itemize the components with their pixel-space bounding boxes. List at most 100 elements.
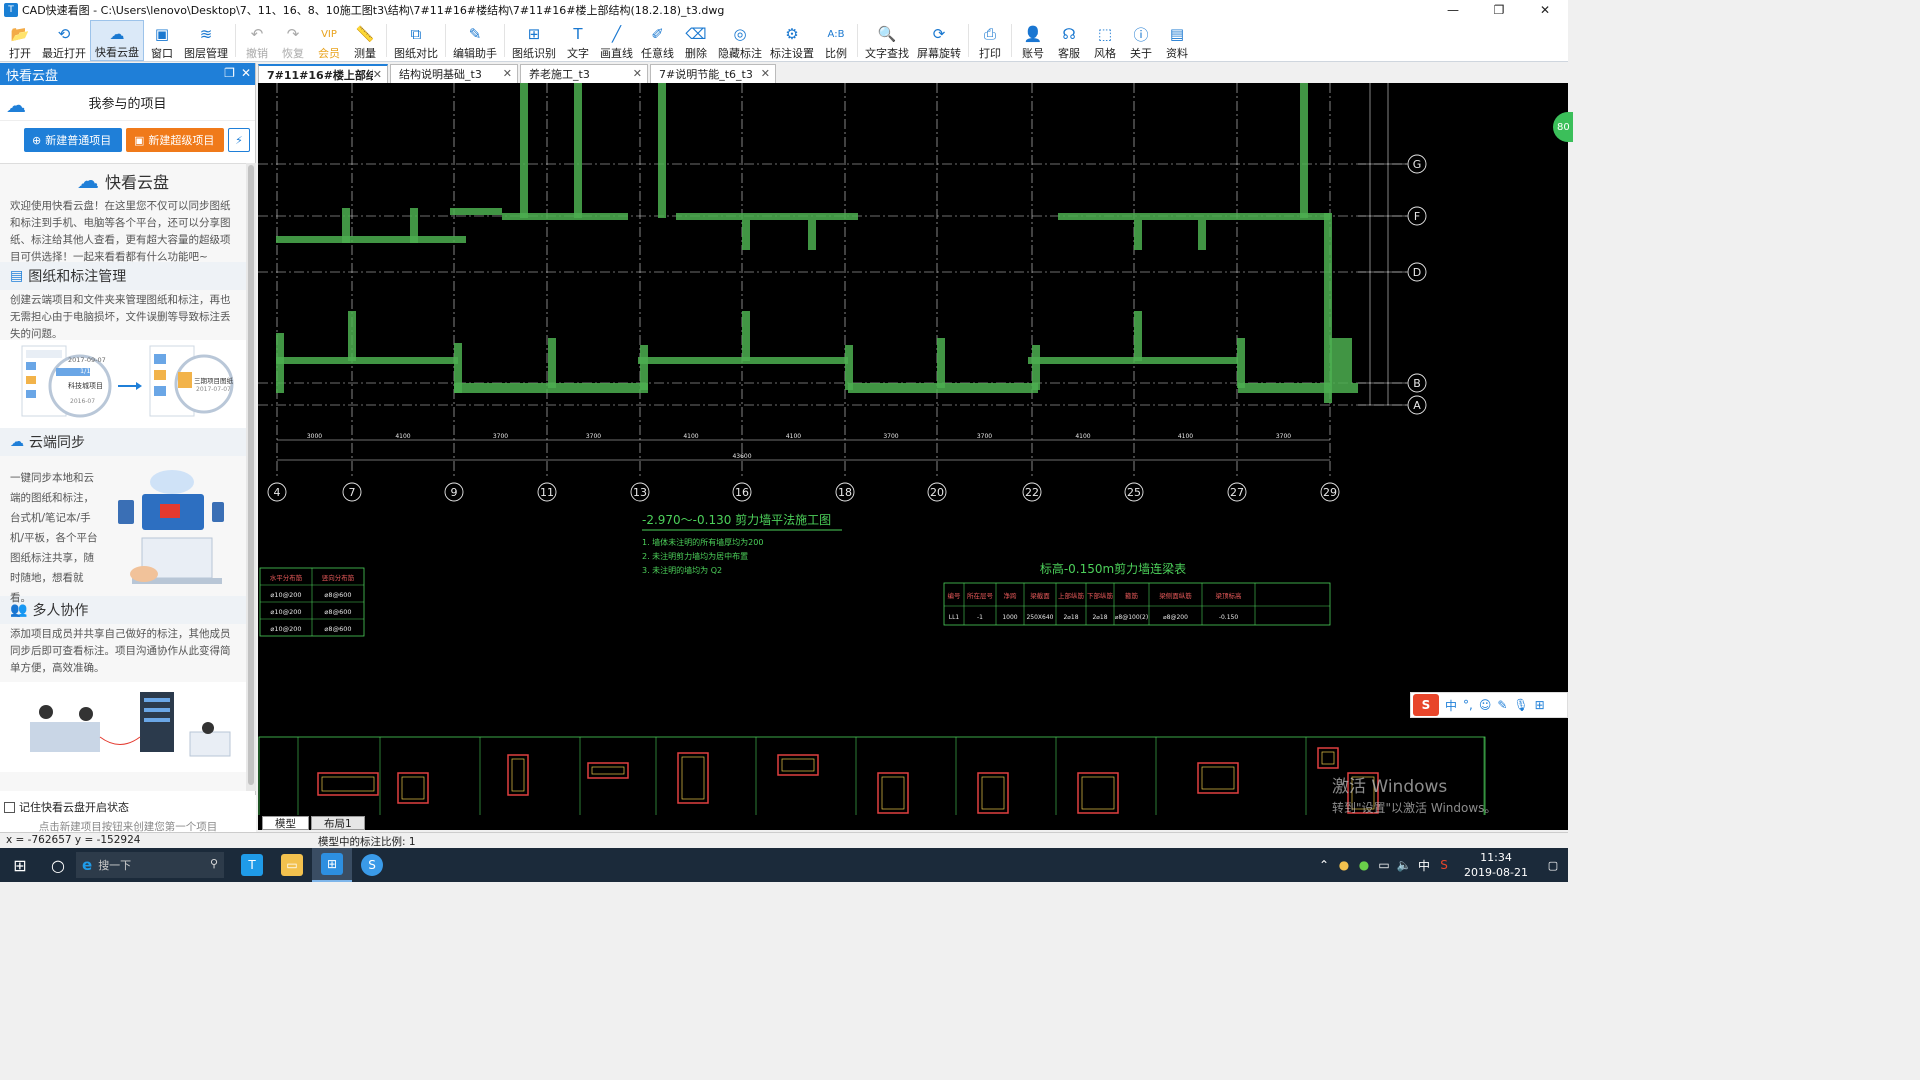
new-super-project-button[interactable]: ▣ 新建超级项目 [126,128,224,152]
taskbar-app-cadviewer-active[interactable]: ⊞ [312,848,352,882]
my-projects-label: 我参与的项目 [88,97,167,112]
toolbar-undo-button[interactable]: ↶ 撤销 [239,20,275,61]
beam-table-title: 标高-0.150m剪力墙连梁表 [1040,561,1186,576]
tab-close-icon[interactable]: ✕ [503,67,512,80]
main-toolbar: 📂 打开 ⟲ 最近打开 ☁ 快看云盘 ▣ 窗口 ≋ 图层管理 ↶ 撤销 ↷ 恢复 VIP 会员 📏 测量 ⧉ 图纸对比… [0,20,1568,62]
compare-icon: ⧉ [410,25,422,43]
ime-toolbar[interactable]: S 中 °, ☺ ✎ 🎙 ⊞ [1410,692,1568,718]
tab-close-icon[interactable]: ✕ [373,68,382,81]
windows-start-icon[interactable]: ⊞ [0,848,40,882]
panel-scrollbar[interactable] [246,163,256,791]
document-tab[interactable]: 7#说明节能_t6_t3 ✕ [650,64,776,83]
sogou-tray-icon[interactable]: S [1434,858,1454,872]
activation-watermark: 激活 Windows 转到"设置"以激活 Windows。 [1332,772,1496,816]
ime-tray-label[interactable]: 中 [1414,857,1434,874]
my-projects-header[interactable]: ☁ 我参与的项目 [0,85,255,121]
section-text: 一键同步本地和云端的图纸和标注，台式机/笔记本/手机/平板，各个平台图纸标注共享… [10,472,98,604]
toolbar-findtext-button[interactable]: 🔍 文字查找 [861,20,913,61]
ime-language[interactable]: 中 [1445,697,1457,714]
shear-wall [1028,357,1238,364]
tray-app-icon[interactable]: ● [1334,858,1354,872]
toolbar-open-button[interactable]: 📂 打开 [2,20,38,61]
toolbar-anyline-button[interactable]: ✐ 任意线 [637,20,678,61]
toolbar-rotate-button[interactable]: ⟳ 屏幕旋转 [913,20,965,61]
toolbar-line-button[interactable]: ╱ 画直线 [596,20,637,61]
document-tab[interactable]: 结构说明基础_t3 ✕ [390,64,518,83]
axis-label: 27 [1230,486,1244,499]
toolbar-delete-button[interactable]: ⌫ 删除 [678,20,714,61]
toolbar-cloud-button[interactable]: ☁ 快看云盘 [90,20,144,61]
toolbar-compare-button[interactable]: ⧉ 图纸对比 [390,20,442,61]
toolbar-vip-button[interactable]: VIP 会员 [311,20,347,61]
panel-float-icon[interactable]: ❐ [224,66,235,80]
document-tab-label: 结构说明基础_t3 [399,68,482,81]
tray-chevron-icon[interactable]: ⌃ [1314,858,1334,872]
cursor-coordinates: x = -762657 y = -152924 [6,834,141,846]
pen-icon: ✐ [651,25,664,43]
emoji-icon[interactable]: ☺ [1479,698,1492,712]
toolbar-window-button[interactable]: ▣ 窗口 [144,20,180,61]
toolbar-markset-button[interactable]: ⚙ 标注设置 [766,20,818,61]
notification-icon[interactable]: ▢ [1538,859,1568,872]
remember-state-checkbox[interactable]: 记住快看云盘开启状态 [4,799,129,815]
layout-tab[interactable]: 布局1 [311,816,365,830]
toolbar-recognize-button[interactable]: ⊞ 图纸识别 [508,20,560,61]
tab-close-icon[interactable]: ✕ [633,67,642,80]
toolbar-redo-button[interactable]: ↷ 恢复 [275,20,311,61]
new-normal-project-button[interactable]: ⊕ 新建普通项目 [24,128,122,152]
toolbar-button-label: 资料 [1166,47,1188,60]
mic-icon[interactable]: 🎙 [1513,698,1528,712]
cortana-icon[interactable]: ○ [40,856,76,875]
card-date: 2016-07 [70,398,96,405]
table-cell: 1000 [1002,614,1017,621]
toolbar-service-button[interactable]: ☊ 客服 [1051,20,1087,61]
taskbar-search[interactable]: e 搜一下 ⚲ [76,852,224,878]
taskbar-app-sogou[interactable]: S [352,848,392,882]
tray-security-icon[interactable]: ● [1354,858,1374,872]
toolbar-scale-button[interactable]: A:B 比例 [818,20,854,61]
settings-icon: ⚙ [785,25,799,43]
window-icon: ▣ [154,25,170,43]
document-tab[interactable]: 养老施工_t3 ✕ [520,64,648,83]
taskbar-clock[interactable]: 11:34 2019-08-21 [1454,850,1538,880]
dimension-label: 3000 [307,433,322,440]
redo-icon: ↷ [286,25,300,43]
volume-icon[interactable]: 🔈 [1394,858,1414,872]
toolbar-hide-button[interactable]: ◎ 隐藏标注 [714,20,766,61]
toolbar-recent-button[interactable]: ⟲ 最近打开 [38,20,90,61]
table-cell: -1 [977,614,983,621]
network-icon[interactable]: ▭ [1374,858,1394,872]
grid-icon[interactable]: ⊞ [1535,698,1545,712]
sync-button[interactable]: ⚡ [228,128,250,152]
toolbar-assistant-button[interactable]: ✎ 编辑助手 [449,20,501,61]
pen-icon[interactable]: ✎ [1497,698,1507,712]
toolbar-account-button[interactable]: 👤 账号 [1015,20,1051,61]
checkbox-box[interactable] [4,801,15,813]
scrollbar-thumb[interactable] [248,165,254,785]
shear-wall [1134,220,1142,250]
minimize-button[interactable]: — [1430,0,1476,20]
card-name: 科技城项目 [68,382,103,390]
toolbar-about-button[interactable]: ⓘ 关于 [1123,20,1159,61]
toolbar-print-button[interactable]: ⎙ 打印 [972,20,1008,61]
table-cell: ⌀10@200 [270,591,301,599]
toolbar-resources-button[interactable]: ▤ 资料 [1159,20,1195,61]
dimension-label: 4100 [786,433,801,440]
taskbar-app-explorer[interactable]: ▭ [272,848,312,882]
toolbar-text-button[interactable]: T 文字 [560,20,596,61]
tab-close-icon[interactable]: ✕ [761,67,770,80]
detail-section [317,772,379,796]
document-tab[interactable]: 7#11#16#楼上部结构(·✕ [258,64,388,83]
close-button[interactable]: ✕ [1522,0,1568,20]
detail-rebar [881,776,905,810]
taskbar-app-cad[interactable]: T [232,848,272,882]
toolbar-measure-button[interactable]: 📏 测量 [347,20,383,61]
panel-close-icon[interactable]: ✕ [241,66,251,80]
layout-tab[interactable]: 模型 [262,816,309,830]
detail-section [507,754,529,796]
toolbar-style-button[interactable]: ⬚ 风格 [1087,20,1123,61]
punctuation-icon[interactable]: °, [1463,698,1473,712]
maximize-button[interactable]: ❐ [1476,0,1522,20]
cad-drawing-canvas[interactable]: 3000 4100 3700 3700 4100 4100 3700 3700 4100 4100… [258,83,1568,816]
toolbar-layers-button[interactable]: ≋ 图层管理 [180,20,232,61]
